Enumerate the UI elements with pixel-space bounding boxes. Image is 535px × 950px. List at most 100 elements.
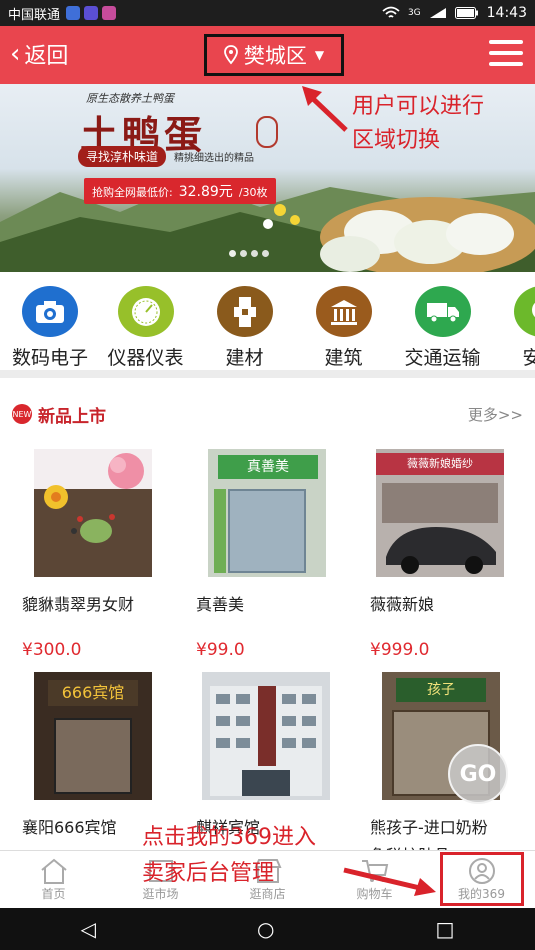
message-notification-icon: [102, 6, 117, 20]
banner-slogan-tail: 精挑细选出的精品: [174, 153, 255, 164]
product-image: [202, 672, 330, 800]
menu-line-icon: [489, 40, 523, 44]
carrier-label: 中国联通: [8, 7, 61, 23]
category-label: 建筑: [324, 347, 363, 369]
tab-label: 首页: [41, 887, 66, 901]
product-name: 真善美: [196, 595, 245, 614]
annotation-arrow-icon: [302, 86, 348, 132]
store-sign: 666宾馆: [48, 680, 138, 706]
category-label: 安防: [522, 343, 535, 370]
camera-security-icon: [513, 286, 535, 337]
building-icon: [315, 286, 372, 337]
category-digital[interactable]: 数码电子: [4, 272, 96, 370]
network-label: 3G: [407, 8, 421, 18]
product-card[interactable]: 麒祥宾馆: [188, 672, 348, 838]
app-header: ‹ 返回 樊城区 ▼: [0, 26, 535, 84]
signal-icon: [429, 8, 446, 18]
carousel-dot[interactable]: [229, 250, 236, 257]
price-value: 32.89元: [178, 184, 233, 200]
carousel-dot[interactable]: [240, 250, 247, 257]
category-instruments[interactable]: 仪器仪表: [96, 272, 195, 370]
category-label: 交通运输: [404, 347, 481, 369]
battery-icon: [454, 7, 478, 19]
product-price: ¥99.0: [196, 640, 245, 660]
product-image: 薇薇新娘婚纱: [376, 449, 504, 577]
store-sign: 孩子: [396, 678, 486, 702]
status-right: 3G 14:43: [382, 5, 527, 21]
camera-icon: [22, 286, 78, 337]
app-screen: 中国联通 3G 14:43 ‹ 返回 樊城区 ▼ 原生态散养土鸭蛋 土鸭蛋 寻找…: [0, 0, 535, 950]
pipe-icon: [216, 286, 273, 337]
region-selector[interactable]: 樊城区 ▼: [204, 34, 344, 76]
category-label: 仪器仪表: [107, 347, 184, 369]
product-price: ¥999.0: [370, 640, 430, 660]
notification-icon: [66, 6, 81, 20]
category-security[interactable]: 安防: [492, 272, 535, 370]
product-image: 666宾馆: [34, 672, 152, 800]
category-label: 建材: [225, 347, 264, 369]
gauge-icon: [117, 286, 174, 337]
chevron-left-icon: ‹: [10, 39, 21, 69]
carousel-dot[interactable]: [251, 250, 258, 257]
home-icon: [40, 858, 67, 884]
nav-back-icon[interactable]: ◁: [81, 917, 96, 941]
product-card[interactable]: 666宾馆 襄阳666宾馆: [14, 672, 174, 838]
car-illustration: [386, 527, 496, 574]
system-nav-bar: ◁ ○ □: [0, 908, 535, 950]
category-materials[interactable]: 建材: [195, 272, 294, 370]
app-notification-icon: [84, 6, 99, 20]
storefront-door: [228, 489, 306, 573]
backend-annotation-line2: 卖家后台管理: [142, 861, 275, 886]
store-sign: 真善美: [218, 455, 318, 479]
new-badge-icon: NEW: [12, 404, 32, 424]
region-annotation: 用户可以进行 区域切换: [352, 90, 484, 158]
carousel-dots[interactable]: [229, 250, 269, 257]
category-transport[interactable]: 交通运输: [393, 272, 492, 370]
product-image: 真善美: [208, 449, 326, 577]
product-name: 熊孩子-进口奶粉: [370, 818, 488, 837]
tab-home[interactable]: 首页: [0, 851, 107, 908]
region-annotation-line2: 区域切换: [352, 128, 441, 153]
region-annotation-line1: 用户可以进行: [352, 94, 485, 119]
product-card[interactable]: 貔貅翡翠男女财 ¥300.0: [14, 449, 174, 660]
more-link[interactable]: 更多>>: [468, 404, 523, 425]
product-price: ¥300.0: [22, 640, 82, 660]
banner-price-box: 抢购全网最低价: 32.89元 /30枚: [84, 178, 276, 204]
backend-annotation-line1: 点击我的369进入: [142, 825, 316, 850]
menu-line-icon: [489, 51, 523, 55]
clock: 14:43: [486, 5, 527, 21]
truck-icon: [414, 286, 471, 337]
price-label: 抢购全网最低价:: [92, 186, 173, 199]
menu-line-icon: [489, 62, 523, 66]
banner-slogan: 寻找淳朴味道: [78, 146, 167, 167]
backend-annotation: 点击我的369进入 卖家后台管理: [142, 820, 316, 892]
banner-slogan-row: 寻找淳朴味道 精挑细选出的精品: [78, 146, 254, 167]
nav-recent-icon[interactable]: □: [436, 917, 455, 941]
category-row: 数码电子 仪器仪表 建材 建筑 交通运输: [0, 272, 535, 378]
section-title: 新品上市: [38, 406, 106, 427]
hotel-building-illustration: [202, 672, 330, 800]
nav-home-icon[interactable]: ○: [257, 917, 274, 941]
product-name: 貔貅翡翠男女财: [22, 595, 135, 614]
menu-button[interactable]: [489, 40, 523, 70]
location-pin-icon: [223, 45, 238, 65]
caret-down-icon: ▼: [314, 48, 325, 62]
store-sign: 薇薇新娘婚纱: [376, 453, 504, 475]
product-card[interactable]: 真善美 真善美 ¥99.0: [188, 449, 348, 660]
category-architecture[interactable]: 建筑: [294, 272, 393, 370]
product-image: [34, 449, 152, 577]
storefront-pillar: [214, 489, 226, 573]
wifi-icon: [382, 6, 400, 18]
status-bar: 中国联通 3G 14:43: [0, 0, 535, 26]
carousel-dot[interactable]: [262, 250, 269, 257]
go-button[interactable]: GO: [448, 744, 508, 804]
my369-highlight-box: [440, 852, 524, 906]
price-unit: /30枚: [238, 186, 268, 199]
storefront-door: [54, 718, 132, 794]
new-products-header: NEW 新品上市 更多>>: [0, 388, 535, 440]
product-card[interactable]: 薇薇新娘婚纱 薇薇新娘 ¥999.0: [362, 449, 522, 660]
back-button[interactable]: ‹ 返回: [10, 38, 68, 70]
region-label: 樊城区: [243, 44, 307, 68]
back-label: 返回: [24, 44, 69, 69]
category-label: 数码电子: [11, 347, 88, 369]
